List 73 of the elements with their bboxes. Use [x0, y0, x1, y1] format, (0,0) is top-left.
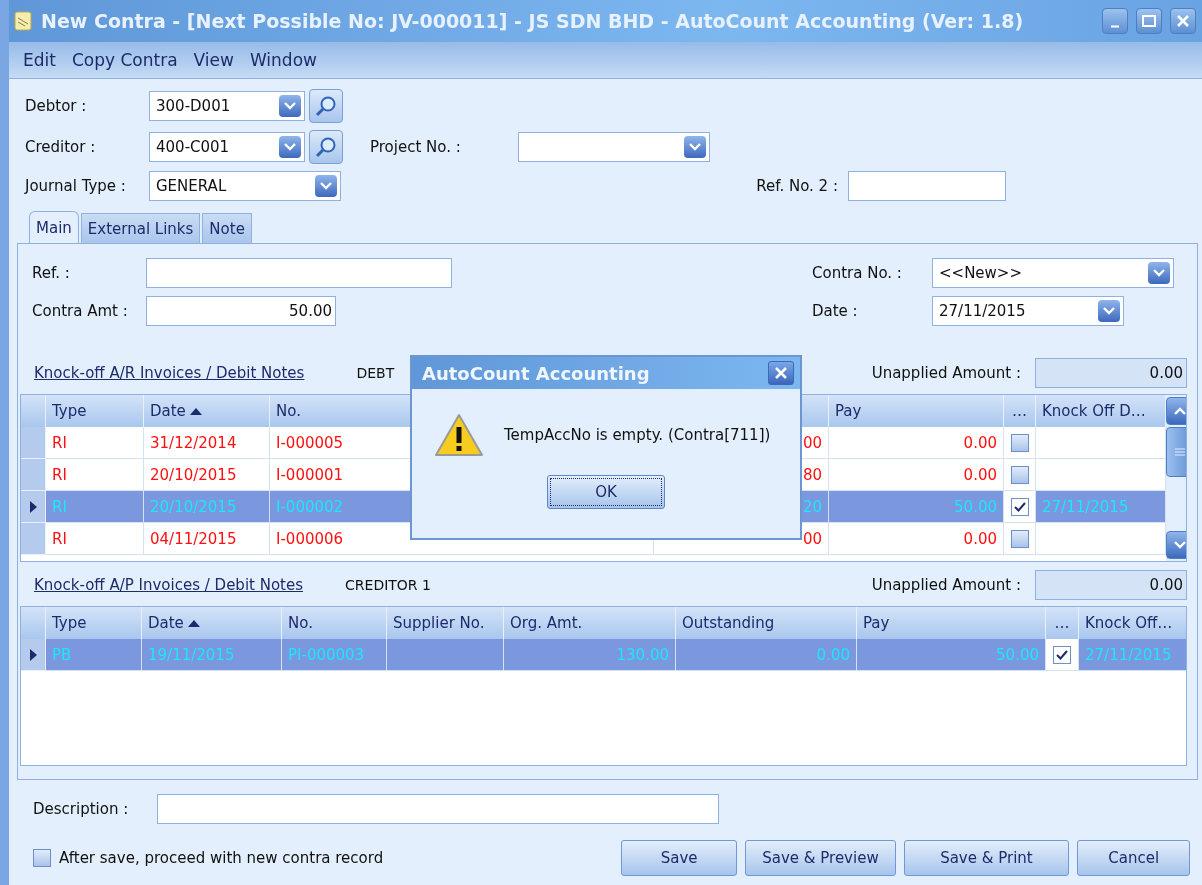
- field-label: Ref. No. 2 :: [756, 177, 838, 195]
- table-cell: 0.00: [829, 459, 1004, 491]
- menu-item[interactable]: View: [187, 50, 240, 70]
- action-button[interactable]: Save: [620, 840, 738, 876]
- dialog-title: AutoCount Accounting: [422, 362, 650, 384]
- action-button[interactable]: Save & Preview: [745, 840, 896, 876]
- table-cell: PI-000003: [282, 639, 387, 671]
- column-header[interactable]: Type: [46, 395, 144, 427]
- action-button[interactable]: Cancel: [1077, 840, 1190, 876]
- column-header[interactable]: Date: [144, 395, 270, 427]
- table-cell: 31/12/2014: [144, 427, 270, 459]
- unapplied-label: Unapplied Amount :: [871, 364, 1021, 382]
- table-cell: 0.00: [829, 427, 1004, 459]
- table-cell: 50.00: [857, 639, 1046, 671]
- column-header[interactable]: Org. Amt.: [504, 607, 676, 639]
- table-cell: 20/10/2015: [144, 491, 270, 523]
- account-combo[interactable]: 400-C001: [149, 132, 305, 162]
- table-cell: 0.00: [829, 523, 1004, 555]
- field-label: Journal Type :: [23, 177, 127, 195]
- account-combo[interactable]: 300-D001: [149, 91, 305, 121]
- field-label: Creditor :: [24, 138, 97, 156]
- field-label: Contra No. :: [812, 264, 903, 282]
- menu-item[interactable]: Copy Contra: [65, 50, 184, 70]
- table-cell: 130.00: [504, 639, 676, 671]
- column-header[interactable]: …: [1004, 395, 1036, 427]
- table-cell: 20/10/2015: [144, 459, 270, 491]
- field-label: Project No. :: [369, 138, 462, 156]
- knock-off-link[interactable]: Knock-off A/R Invoices / Debit Notes: [34, 364, 305, 382]
- contra-no-combo[interactable]: <<New>>: [932, 258, 1174, 288]
- table-cell: RI: [46, 523, 144, 555]
- table-cell: RI: [46, 491, 144, 523]
- ok-button[interactable]: OK: [547, 475, 665, 509]
- table-cell: 0.00: [676, 639, 857, 671]
- knock-off-link[interactable]: Knock-off A/P Invoices / Debit Notes: [34, 576, 304, 594]
- table-cell: 04/11/2015: [144, 523, 270, 555]
- unapplied-field: 0.00: [1035, 358, 1187, 388]
- field-label: Date :: [812, 302, 859, 320]
- column-header[interactable]: Knock Off…: [1079, 607, 1186, 639]
- action-button[interactable]: Save & Print: [903, 840, 1070, 876]
- table-cell: 27/11/2015: [1036, 491, 1166, 523]
- field-label: Ref. :: [32, 264, 71, 282]
- field-label: Description :: [33, 800, 130, 818]
- column-header[interactable]: Knock Off D…: [1036, 395, 1166, 427]
- column-header[interactable]: Outstanding: [676, 607, 857, 639]
- column-header[interactable]: Pay: [829, 395, 1004, 427]
- checkbox-label[interactable]: After save, proceed with new contra record: [59, 849, 384, 867]
- party-name: CREDITOR 1: [345, 577, 431, 593]
- menu-item[interactable]: Window: [243, 50, 323, 70]
- table-cell: 19/11/2015: [142, 639, 282, 671]
- table-cell: PB: [46, 639, 142, 671]
- table-cell: RI: [46, 459, 144, 491]
- column-header[interactable]: Date: [142, 607, 282, 639]
- tab[interactable]: Note: [202, 213, 252, 243]
- contra-amount-field[interactable]: 50.00: [146, 296, 336, 326]
- tab[interactable]: External Links: [80, 213, 201, 243]
- column-header[interactable]: Pay: [857, 607, 1046, 639]
- table-cell: 50.00: [829, 491, 1004, 523]
- column-header[interactable]: Supplier No.: [387, 607, 504, 639]
- column-header[interactable]: No.: [282, 607, 387, 639]
- tab[interactable]: Main: [29, 211, 79, 243]
- column-header[interactable]: …: [1046, 607, 1079, 639]
- journal-type-combo[interactable]: GENERAL: [149, 171, 341, 201]
- party-name: DEBT: [356, 365, 395, 381]
- field-label: Contra Amt :: [32, 302, 129, 320]
- menu-item[interactable]: Edit: [17, 50, 62, 70]
- column-header[interactable]: Type: [46, 607, 142, 639]
- unapplied-field: 0.00: [1035, 570, 1187, 600]
- unapplied-label: Unapplied Amount :: [871, 576, 1021, 594]
- table-cell: 27/11/2015: [1079, 639, 1186, 671]
- date-picker[interactable]: 27/11/2015: [932, 296, 1124, 326]
- window-title: New Contra - [Next Possible No: JV-000011] - JS SDN BHD - AutoCount Accounting (Ver: 1.8): [41, 10, 1025, 32]
- table-cell: RI: [46, 427, 144, 459]
- field-label: Debtor :: [24, 97, 88, 115]
